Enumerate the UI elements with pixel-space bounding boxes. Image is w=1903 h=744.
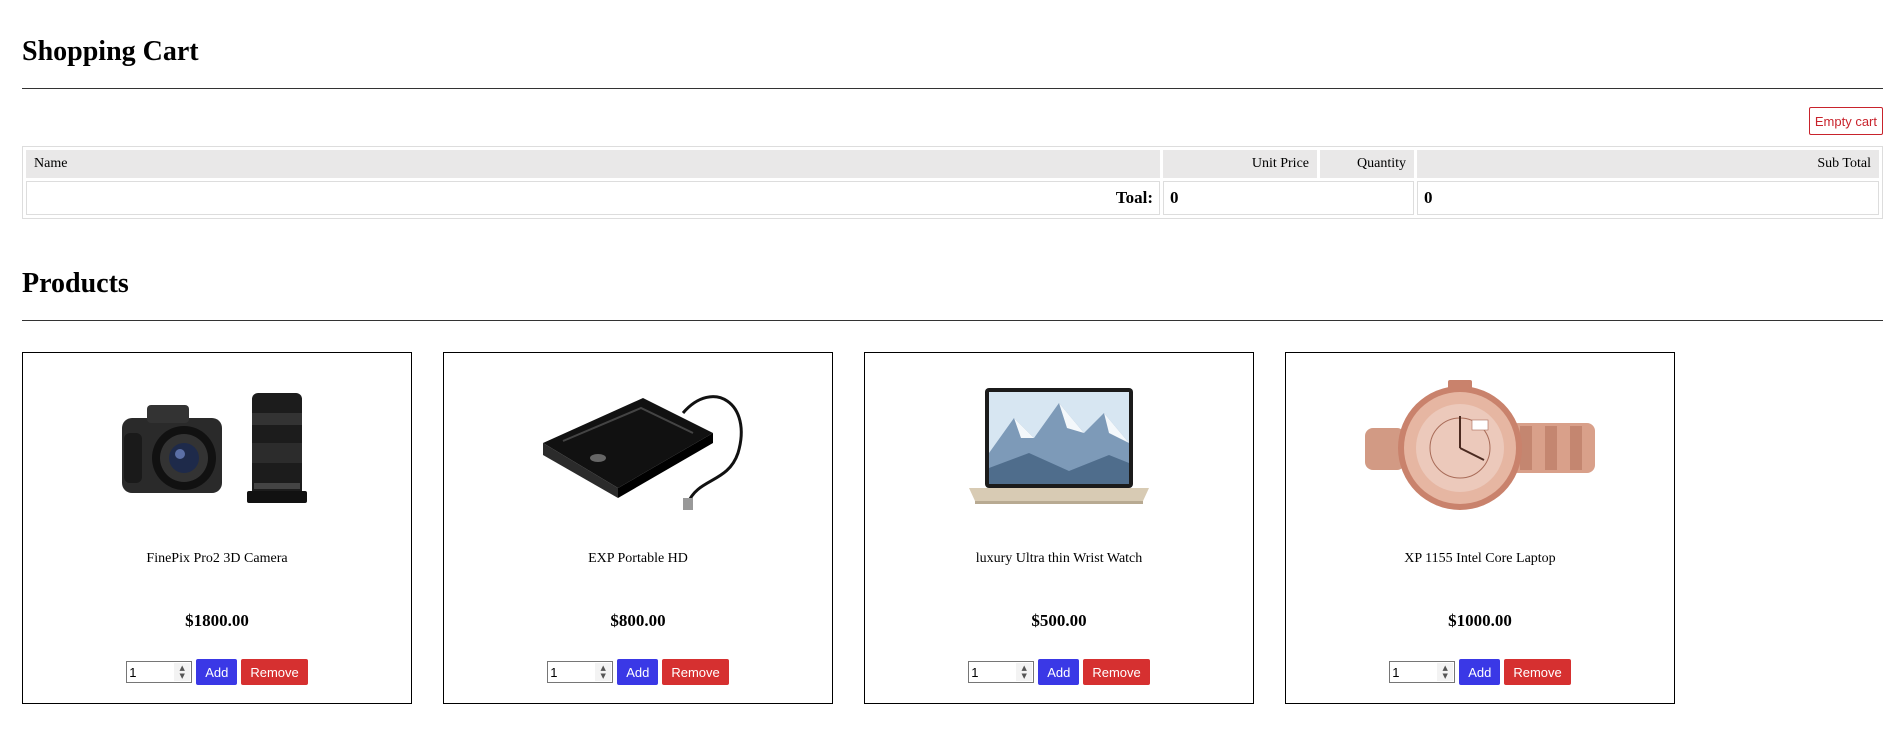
spinner-arrows-icon[interactable]: ▲ ▼: [1016, 663, 1033, 681]
column-header-name: Name: [26, 150, 1160, 178]
product-card: EXP Portable HD $800.00 ▲▼ Add Remove: [443, 352, 833, 704]
quantity-input[interactable]: [548, 662, 597, 682]
add-button[interactable]: Add: [1459, 659, 1501, 685]
quantity-stepper[interactable]: ▲▼: [126, 661, 193, 683]
add-button[interactable]: Add: [1038, 659, 1080, 685]
remove-button[interactable]: Remove: [662, 659, 729, 685]
cart-total-row: Toal: 0 0: [26, 181, 1879, 215]
product-name: FinePix Pro2 3D Camera: [146, 551, 288, 566]
quantity-stepper[interactable]: ▲▼: [547, 661, 614, 683]
spinner-arrows-icon[interactable]: ▲ ▼: [174, 663, 191, 681]
camera-image: [23, 383, 411, 513]
product-card: luxury Ultra thin Wrist Watch $500.00 ▲▼…: [864, 352, 1254, 704]
remove-button[interactable]: Remove: [1083, 659, 1150, 685]
laptop-image: [865, 383, 1253, 513]
add-button[interactable]: Add: [617, 659, 659, 685]
watch-image: [1286, 380, 1674, 513]
cart-heading: Shopping Cart: [22, 36, 199, 67]
total-quantity: 0: [1163, 181, 1414, 215]
column-header-sub-total: Sub Total: [1417, 150, 1879, 178]
quantity-stepper[interactable]: ▲▼: [1389, 661, 1456, 683]
total-amount: 0: [1417, 181, 1879, 215]
remove-button[interactable]: Remove: [241, 659, 308, 685]
quantity-input[interactable]: [969, 662, 1018, 682]
product-controls: ▲▼ Add Remove: [865, 659, 1253, 685]
column-header-unit-price: Unit Price: [1163, 150, 1317, 178]
product-price: $800.00: [610, 611, 666, 630]
quantity-input[interactable]: [1390, 662, 1439, 682]
add-button[interactable]: Add: [196, 659, 238, 685]
products-heading: Products: [22, 268, 129, 299]
empty-cart-button[interactable]: Empty cart: [1808, 107, 1883, 135]
product-name: XP 1155 Intel Core Laptop: [1404, 551, 1556, 566]
product-price: $1000.00: [1448, 611, 1512, 630]
product-price: $1800.00: [185, 611, 249, 630]
quantity-input[interactable]: [127, 662, 176, 682]
products-divider: [22, 320, 1883, 321]
spinner-arrows-icon[interactable]: ▲ ▼: [595, 663, 612, 681]
product-controls: ▲▼ Add Remove: [23, 659, 411, 685]
remove-button[interactable]: Remove: [1504, 659, 1571, 685]
cart-header-row: Name Unit Price Quantity Sub Total: [26, 150, 1879, 178]
column-header-quantity: Quantity: [1320, 150, 1414, 178]
spinner-arrows-icon[interactable]: ▲ ▼: [1437, 663, 1454, 681]
product-grid: FinePix Pro2 3D Camera $1800.00 ▲▼ Add R…: [22, 352, 1675, 704]
quantity-stepper[interactable]: ▲▼: [968, 661, 1035, 683]
product-card: XP 1155 Intel Core Laptop $1000.00 ▲▼ Ad…: [1285, 352, 1675, 704]
hard-drive-image: [444, 383, 832, 513]
product-controls: ▲▼ Add Remove: [1286, 659, 1674, 685]
total-label: Toal:: [26, 181, 1160, 215]
product-name: EXP Portable HD: [588, 551, 688, 566]
product-controls: ▲▼ Add Remove: [444, 659, 832, 685]
product-name: luxury Ultra thin Wrist Watch: [975, 551, 1143, 566]
cart-table: Name Unit Price Quantity Sub Total Toal:…: [22, 146, 1883, 219]
product-price: $500.00: [1031, 611, 1087, 630]
product-card: FinePix Pro2 3D Camera $1800.00 ▲▼ Add R…: [22, 352, 412, 704]
cart-divider: [22, 88, 1883, 89]
